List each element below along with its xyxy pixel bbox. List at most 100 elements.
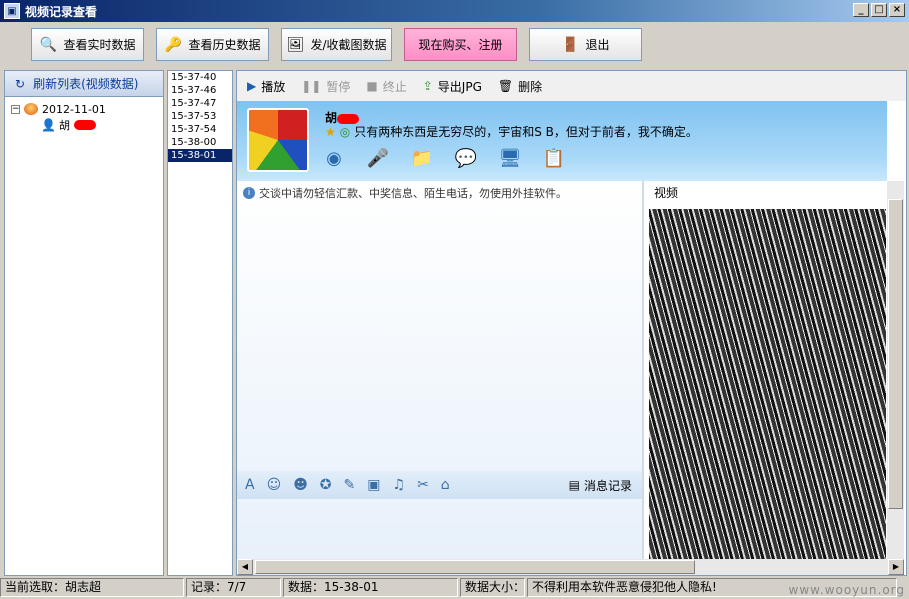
tree-node-date[interactable]: − 2012-11-01 <box>11 101 163 117</box>
pause-label: 暂停 <box>326 79 351 94</box>
horizontal-scrollbar[interactable]: ◀ ▶ <box>237 559 904 575</box>
redaction-mark <box>74 120 96 130</box>
buy-register-button[interactable]: 现在购买、注册 <box>404 28 517 61</box>
chat-area: i 交谈中请勿轻信汇款、中奖信息、陌生电话，勿使用外挂软件。 A ☺ ☻ ✪ ✎… <box>237 181 642 575</box>
video-pane: 视频 <box>644 181 887 575</box>
exit-button[interactable]: 🚪 退出 <box>529 28 642 61</box>
view-realtime-label: 查看实时数据 <box>63 38 136 52</box>
view-realtime-button[interactable]: 🔍 查看实时数据 <box>31 28 144 61</box>
safety-notice-text: 交谈中请勿轻信汇款、中奖信息、陌生电话，勿使用外挂软件。 <box>259 187 567 200</box>
contact-status: ★ ◎ 只有两种东西是无穷尽的，宇宙和S B，但对于前者，我不确定。 <box>325 123 698 140</box>
view-history-label: 查看历史数据 <box>188 38 261 52</box>
avatar <box>247 108 309 172</box>
info-icon: i <box>243 187 255 199</box>
chat-tools: ◉ 🎤 📁 💬 🖥 📋 <box>321 145 567 171</box>
scroll-left-icon[interactable]: ◀ <box>237 559 253 575</box>
camera-icon[interactable]: ◉ <box>321 145 347 171</box>
status-bar: 当前选取：胡志超 记录：7/7 数据：15-38-01 数据大小： 不得利用本软… <box>0 578 909 599</box>
image-icon: 🖼 <box>286 36 305 53</box>
main-toolbar: 🔍 查看实时数据 🔑 查看历史数据 🖼 发/收截图数据 现在购买、注册 🚪 退出 <box>0 22 909 68</box>
export-icon: ⇪ <box>422 79 433 93</box>
online-icon: ◎ <box>339 124 351 139</box>
scissors-icon[interactable]: ✂ <box>417 477 429 493</box>
refresh-list-label: 刷新列表(视频数据) <box>33 77 139 91</box>
briefcase-icon[interactable]: ⌂ <box>441 477 450 493</box>
user-icon: 👤 <box>41 118 56 132</box>
message-history-label: 消息记录 <box>583 478 632 493</box>
tree-node-contact[interactable]: 👤 胡 <box>11 117 163 133</box>
video-frame <box>649 209 886 564</box>
star-icon: ★ <box>325 124 336 139</box>
app-box-icon[interactable]: 📋 <box>541 145 567 171</box>
emoji-icon[interactable]: ☺ <box>267 477 282 493</box>
pause-button[interactable]: ❚❚ 暂停 <box>301 78 350 95</box>
shake-icon[interactable]: ✪ <box>320 477 332 493</box>
timestamp-item[interactable]: 15-38-01 <box>168 149 232 162</box>
trash-icon: 🗑 <box>497 79 514 93</box>
folder-icon <box>24 103 38 115</box>
timestamp-item[interactable]: 15-37-53 <box>168 110 232 123</box>
font-icon[interactable]: A <box>245 477 255 493</box>
exit-door-icon: 🚪 <box>561 36 580 53</box>
tree-date-label: 2012-11-01 <box>42 102 106 116</box>
edit-icon[interactable]: ✎ <box>344 477 356 493</box>
playback-panel: ▶ 播放 ❚❚ 暂停 ■ 终止 ⇪ 导出JPG 🗑 删除 胡 ★ ◎ 只有两种东西是无穷尽… <box>236 70 907 576</box>
export-jpg-button[interactable]: ⇪ 导出JPG <box>423 78 482 95</box>
timestamp-item[interactable]: 15-37-46 <box>168 84 232 97</box>
history-icon: ▤ <box>568 478 580 492</box>
refresh-list-button[interactable]: ↻ 刷新列表(视频数据) <box>5 71 163 97</box>
timestamp-list: 15-37-40 15-37-46 15-37-47 15-37-53 15-37-54… <box>167 70 233 576</box>
export-label: 导出JPG <box>437 79 482 94</box>
screenshot-data-button[interactable]: 🖼 发/收截图数据 <box>281 28 392 61</box>
play-icon: ▶ <box>247 79 257 93</box>
exit-label: 退出 <box>585 38 610 52</box>
timestamp-item[interactable]: 15-37-47 <box>168 97 232 110</box>
scroll-right-icon[interactable]: ▶ <box>888 559 904 575</box>
timestamp-item[interactable]: 15-38-00 <box>168 136 232 149</box>
collapse-icon[interactable]: − <box>11 104 20 114</box>
scroll-thumb[interactable] <box>255 560 695 574</box>
vertical-scrollbar[interactable] <box>887 181 904 561</box>
view-history-button[interactable]: 🔑 查看历史数据 <box>156 28 269 61</box>
close-button[interactable]: × <box>889 3 905 17</box>
key-icon: 🔑 <box>164 36 183 53</box>
buy-register-label: 现在购买、注册 <box>418 38 503 52</box>
screen-share-icon[interactable]: 🖥 <box>497 145 523 171</box>
signature-text: 只有两种东西是无穷尽的，宇宙和S B，但对于前者，我不确定。 <box>354 125 698 139</box>
input-toolbar: A ☺ ☻ ✪ ✎ ▣ ♫ ✂ ⌂ ▤ 消息记录 <box>237 471 642 499</box>
stop-icon: ■ <box>366 79 378 93</box>
minimize-button[interactable]: _ <box>853 3 869 17</box>
redaction-mark <box>337 113 360 124</box>
message-history-button[interactable]: ▤ 消息记录 <box>569 477 632 494</box>
search-icon: 🔍 <box>39 36 58 53</box>
magic-face-icon[interactable]: ☻ <box>293 477 308 493</box>
app-icon: ▣ <box>4 3 20 19</box>
microphone-icon[interactable]: 🎤 <box>365 145 391 171</box>
playback-toolbar: ▶ 播放 ❚❚ 暂停 ■ 终止 ⇪ 导出JPG 🗑 删除 <box>237 71 906 101</box>
play-label: 播放 <box>261 79 286 94</box>
status-data: 数据：15-38-01 <box>283 578 458 597</box>
file-transfer-icon[interactable]: 📁 <box>409 145 435 171</box>
tree-contact-label: 胡 <box>59 119 70 132</box>
picture-icon[interactable]: ▣ <box>367 477 380 493</box>
window-title: 视频记录查看 <box>25 4 98 19</box>
pause-icon: ❚❚ <box>301 79 322 93</box>
window-controls: _ □ × <box>853 3 905 17</box>
stop-label: 终止 <box>382 79 407 94</box>
music-icon[interactable]: ♫ <box>393 477 406 493</box>
timestamp-item[interactable]: 15-37-40 <box>168 71 232 84</box>
contact-tree-panel: ↻ 刷新列表(视频数据) − 2012-11-01 👤 胡 <box>4 70 164 576</box>
scroll-thumb[interactable] <box>888 199 903 509</box>
maximize-button[interactable]: □ <box>871 3 887 17</box>
timestamp-item[interactable]: 15-37-54 <box>168 123 232 136</box>
watermark: www.wooyun.org <box>788 583 905 597</box>
chat-header: 胡 ★ ◎ 只有两种东西是无穷尽的，宇宙和S B，但对于前者，我不确定。 ◉ 🎤… <box>237 101 887 181</box>
message-add-icon[interactable]: 💬 <box>453 145 479 171</box>
status-records: 记录：7/7 <box>186 578 281 597</box>
video-label: 视频 <box>654 186 679 200</box>
delete-button[interactable]: 🗑 删除 <box>498 78 542 95</box>
safety-notice: i 交谈中请勿轻信汇款、中奖信息、陌生电话，勿使用外挂软件。 <box>237 181 642 205</box>
stop-button[interactable]: ■ 终止 <box>366 78 406 95</box>
refresh-icon: ↻ <box>15 76 26 91</box>
play-button[interactable]: ▶ 播放 <box>247 78 285 95</box>
